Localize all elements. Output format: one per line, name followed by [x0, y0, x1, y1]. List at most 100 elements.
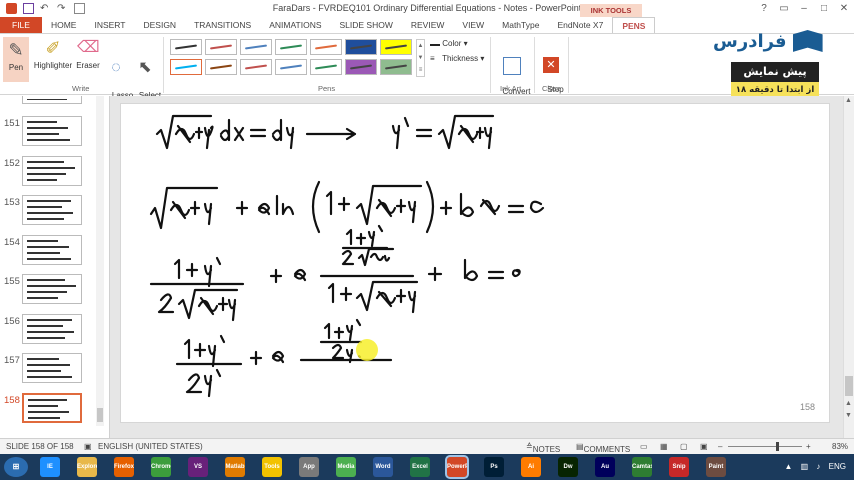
slide-thumbnail-row[interactable]: 154 [0, 234, 100, 265]
pen-button[interactable]: ✎ Pen [3, 37, 29, 82]
reading-view-icon[interactable]: ▢ [680, 442, 688, 451]
slide-thumbnail-row[interactable]: 156 [0, 313, 100, 344]
taskbar-app-icon[interactable]: Paint [706, 457, 726, 477]
zoom-out-icon[interactable]: – [718, 442, 722, 451]
taskbar-app-icon[interactable]: Camtasia [632, 457, 652, 477]
tab-insert[interactable]: INSERT [85, 17, 134, 33]
pen-style-swatch[interactable] [170, 39, 202, 55]
pen-style-swatch[interactable] [345, 39, 377, 55]
thumbnail-partial[interactable] [0, 96, 100, 104]
taskbar-app-icon[interactable]: Firefox [114, 457, 134, 477]
notes-button[interactable]: ≙ NOTES [526, 442, 560, 454]
taskbar-app-icon[interactable]: Ai [521, 457, 541, 477]
zoom-level[interactable]: 83% [832, 442, 848, 451]
taskbar-app-icon[interactable]: App [299, 457, 319, 477]
pen-style-swatch[interactable] [275, 59, 307, 75]
input-language[interactable]: ENG [829, 462, 846, 471]
slide-thumbnail-row[interactable]: 152 [0, 155, 100, 186]
tab-transitions[interactable]: TRANSITIONS [185, 17, 260, 33]
slide-canvas[interactable]: 158 [120, 103, 830, 423]
spellcheck-icon[interactable]: ▣ [84, 442, 92, 451]
tab-pens[interactable]: PENS [612, 17, 656, 33]
taskbar-app-icon[interactable]: Word [373, 457, 393, 477]
taskbar-app-icon[interactable]: Au [595, 457, 615, 477]
taskbar-app-icon[interactable]: PowerPoint [445, 455, 469, 479]
slide-thumbnail-row[interactable]: 157 [0, 353, 100, 383]
taskbar-app-icon[interactable]: Snip [669, 457, 689, 477]
taskbar-app-icon[interactable]: IE [40, 457, 60, 477]
slide-thumbnail[interactable] [22, 274, 82, 304]
slide-thumbnail[interactable] [22, 195, 82, 225]
pen-style-swatch[interactable] [205, 39, 237, 55]
tray-arrow-icon[interactable]: ▲ [784, 462, 792, 471]
thickness-dropdown[interactable]: ≡ Thickness ▾ [430, 54, 484, 64]
slide-thumbnail[interactable] [22, 155, 82, 186]
pen-style-swatch[interactable] [240, 39, 272, 55]
normal-view-icon[interactable]: ▭ [640, 442, 648, 451]
help-icon[interactable]: ? [754, 0, 774, 17]
tab-file[interactable]: FILE [0, 17, 42, 33]
color-dropdown[interactable]: Color ▾ [430, 38, 468, 49]
taskbar-app-icon[interactable]: Tools [262, 457, 282, 477]
maximize-button[interactable]: □ [814, 0, 834, 17]
pen-style-swatch[interactable] [345, 59, 377, 75]
taskbar-app-icon[interactable]: Dw [558, 457, 578, 477]
ink-line [27, 178, 57, 181]
slide-thumbnail[interactable] [22, 353, 82, 383]
zoom-in-icon[interactable]: + [806, 442, 811, 451]
tab-review[interactable]: REVIEW [402, 17, 454, 33]
slide-scrollbar[interactable]: ▲ ▲ ▼ [843, 96, 854, 438]
scroll-up-arrow[interactable]: ▲ [845, 97, 852, 104]
slide-sorter-icon[interactable]: ▦ [660, 442, 668, 451]
taskbar-app-icon[interactable]: Ps [484, 457, 504, 477]
slide-thumbnail-row[interactable]: 158 [0, 392, 100, 423]
tab-endnote[interactable]: EndNote X7 [548, 17, 612, 33]
slideshow-view-icon[interactable]: ▣ [700, 442, 708, 451]
pen-style-swatch[interactable] [310, 39, 342, 55]
taskbar-app-icon[interactable]: Matlab [225, 457, 245, 477]
network-icon[interactable]: ▥ [801, 462, 809, 471]
thumbnail-scroll-thumb[interactable] [97, 408, 103, 422]
language-status[interactable]: ENGLISH (UNITED STATES) [98, 442, 203, 451]
taskbar-app-icon[interactable]: Media [336, 457, 356, 477]
scroll-thumb[interactable] [845, 376, 853, 396]
tab-slide-show[interactable]: SLIDE SHOW [331, 17, 402, 33]
restore-ribbon-icon[interactable]: ▭ [774, 0, 794, 17]
tab-home[interactable]: HOME [42, 17, 86, 33]
taskbar-app-icon[interactable]: Excel [410, 457, 430, 477]
pen-gallery-scroll[interactable]: ▲ ▼ ≡ [416, 39, 425, 77]
zoom-slider[interactable] [728, 446, 802, 447]
comments-button[interactable]: ▤ COMMENTS [576, 442, 630, 454]
tab-design[interactable]: DESIGN [134, 17, 185, 33]
pen-style-swatch[interactable] [205, 59, 237, 75]
slide-thumbnail[interactable] [22, 313, 82, 344]
pen-style-swatch[interactable] [170, 59, 202, 75]
slide-thumbnail[interactable] [22, 234, 82, 265]
tab-mathtype[interactable]: MathType [493, 17, 548, 33]
next-slide-arrow[interactable]: ▼ [845, 412, 852, 419]
slide-thumbnail[interactable] [22, 116, 82, 146]
volume-icon[interactable]: ♪ [816, 462, 820, 471]
slide-thumbnail[interactable] [22, 392, 82, 423]
pen-style-swatch[interactable] [310, 59, 342, 75]
taskbar-app-icon[interactable]: Explorer [77, 457, 97, 477]
minimize-button[interactable]: – [794, 0, 814, 17]
tab-animations[interactable]: ANIMATIONS [260, 17, 330, 33]
zoom-slider-thumb[interactable] [776, 442, 779, 451]
slide-thumbnail-row[interactable]: 153 [0, 195, 100, 225]
close-button[interactable]: ✕ [834, 0, 854, 17]
thumbnail-scrollbar[interactable] [96, 96, 104, 426]
pen-style-swatch[interactable] [380, 39, 412, 55]
highlighter-button[interactable]: ✐ Highlighter [31, 37, 75, 71]
start-button[interactable]: ⊞ [4, 457, 28, 477]
taskbar-app-icon[interactable]: VS [188, 457, 208, 477]
pen-style-swatch[interactable] [380, 59, 412, 75]
prev-slide-arrow[interactable]: ▲ [845, 400, 852, 407]
pen-style-swatch[interactable] [275, 39, 307, 55]
taskbar-app-icon[interactable]: Chrome [151, 457, 171, 477]
pen-style-swatch[interactable] [240, 59, 272, 75]
slide-thumbnail-row[interactable]: 151 [0, 116, 100, 146]
eraser-button[interactable]: ⌫ Eraser [75, 37, 101, 71]
slide-thumbnail-row[interactable]: 155 [0, 274, 100, 304]
tab-view[interactable]: VIEW [453, 17, 493, 33]
